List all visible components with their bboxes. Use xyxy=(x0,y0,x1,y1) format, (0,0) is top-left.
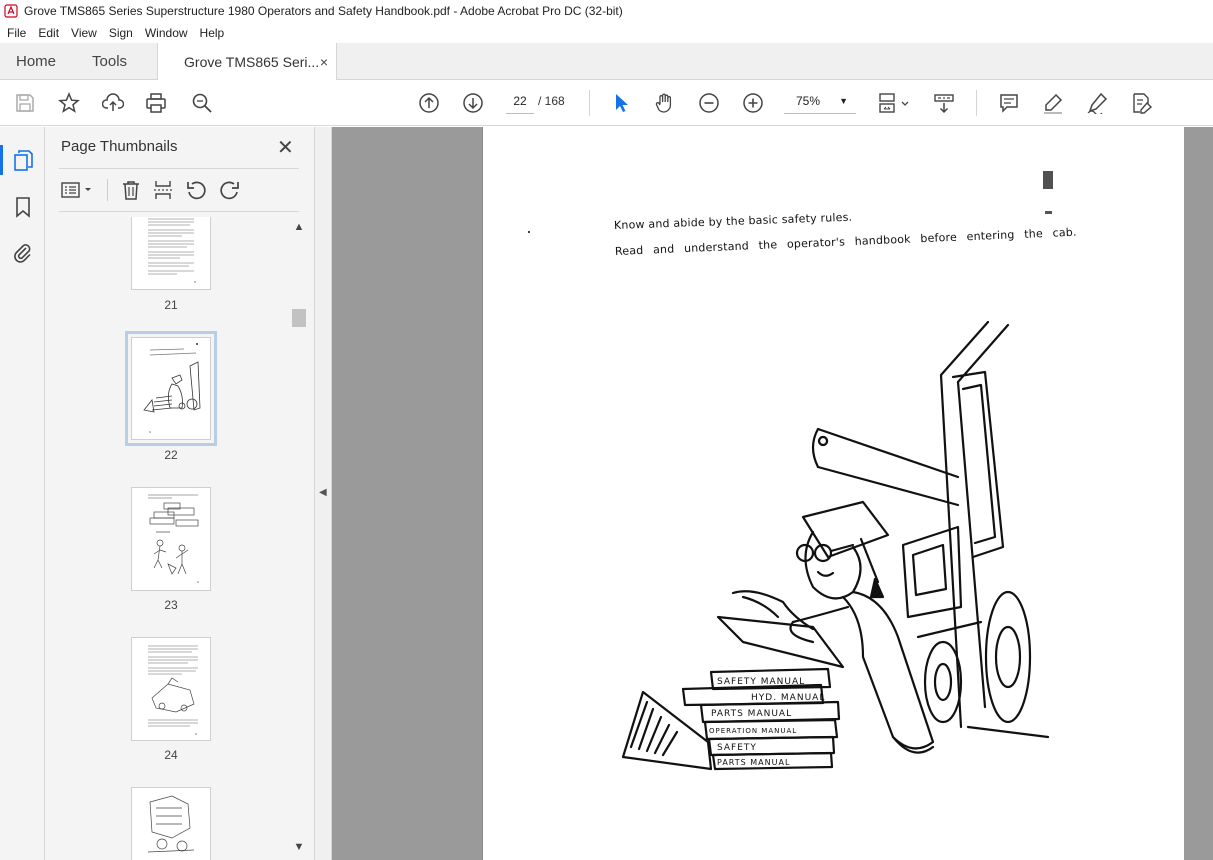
zoom-in-icon[interactable] xyxy=(741,91,765,115)
book-label-parts-manual: PARTS MANUAL xyxy=(711,709,792,719)
thumbnail-list: 21 22 23 24 xyxy=(45,217,291,860)
save-icon[interactable] xyxy=(13,91,37,115)
zoom-level-value: 75% xyxy=(796,94,821,108)
attachment-icon[interactable] xyxy=(11,241,35,265)
print-icon[interactable] xyxy=(144,91,168,115)
page-thumbnails-icon[interactable] xyxy=(11,148,35,172)
acrobat-app-icon xyxy=(4,4,18,18)
search-zoom-icon[interactable] xyxy=(190,91,214,115)
thumbnail-options-icon[interactable] xyxy=(61,180,97,200)
tab-close-icon[interactable]: × xyxy=(320,54,328,70)
title-bar: Grove TMS865 Series Superstructure 1980 … xyxy=(0,0,1213,22)
thumbnail-scrollbar[interactable]: ▲ ▼ xyxy=(291,217,307,860)
chevron-down-icon: ▼ xyxy=(839,96,848,106)
close-icon[interactable]: ✕ xyxy=(277,135,294,160)
scrollbar-thumb[interactable] xyxy=(292,309,306,327)
menu-sign[interactable]: Sign xyxy=(104,26,138,40)
book-label-safety-manual: SAFETY MANUAL xyxy=(717,677,805,687)
panel-divider xyxy=(59,168,299,169)
delete-trash-icon[interactable] xyxy=(120,179,142,201)
previous-page-icon[interactable] xyxy=(417,91,441,115)
page-total: / 168 xyxy=(538,94,565,108)
menu-help[interactable]: Help xyxy=(195,26,230,40)
tab-home[interactable]: Home xyxy=(0,43,72,79)
panel-collapse-bar[interactable]: ◀ xyxy=(315,127,332,860)
toolbar-divider xyxy=(589,90,590,116)
thumbnail-page-25[interactable] xyxy=(131,787,211,860)
tab-document[interactable]: Grove TMS865 Seri... × xyxy=(157,43,338,80)
insert-page-icon[interactable] xyxy=(152,179,174,201)
share-upload-icon[interactable] xyxy=(101,91,125,115)
pdf-page: Know and abide by the basic safety rules… xyxy=(482,127,1184,860)
panel-tools-divider xyxy=(107,179,108,201)
highlight-pen-icon[interactable] xyxy=(1041,91,1065,115)
thumbnail-page-24[interactable] xyxy=(131,637,211,741)
rail-active-indicator xyxy=(0,145,3,175)
tab-tools[interactable]: Tools xyxy=(72,43,143,79)
page-text-line-2: Read and understand the operator's handb… xyxy=(614,225,1077,258)
thumbnail-label: 24 xyxy=(164,748,178,762)
select-cursor-icon[interactable] xyxy=(609,91,633,115)
document-viewer[interactable]: Know and abide by the basic safety rules… xyxy=(332,127,1213,860)
window-title: Grove TMS865 Series Superstructure 1980 … xyxy=(24,4,623,18)
thumbnail-label: 21 xyxy=(164,298,178,312)
rotate-clockwise-icon[interactable] xyxy=(219,179,241,201)
fit-page-icon[interactable] xyxy=(876,91,912,115)
comment-icon[interactable] xyxy=(997,91,1021,115)
operator-reading-manuals-illustration: SAFETY MANUAL HYD. MANUAL PARTS MANUAL O… xyxy=(621,320,1050,771)
menu-bar: File Edit View Sign Window Help xyxy=(0,22,1213,43)
scan-speck xyxy=(1045,211,1052,214)
tab-bar: Home Tools Grove TMS865 Seri... × xyxy=(0,43,1213,80)
next-page-icon[interactable] xyxy=(461,91,485,115)
scroll-down-icon[interactable]: ▼ xyxy=(291,841,307,853)
book-label-hyd-manual: HYD. MANUAL xyxy=(751,693,825,703)
thumbnail-page-22-preview xyxy=(143,343,201,433)
tab-document-label: Grove TMS865 Seri... xyxy=(184,53,320,70)
panel-divider xyxy=(59,211,299,212)
thumbnail-page-24-preview xyxy=(148,645,198,735)
left-rail xyxy=(0,127,45,860)
menu-edit[interactable]: Edit xyxy=(33,26,64,40)
panel-title: Page Thumbnails xyxy=(61,138,178,155)
toolbar: 22 / 168 75% ▼ xyxy=(0,80,1213,126)
thumbnail-page-22[interactable] xyxy=(125,331,217,446)
thumbnail-page-21[interactable] xyxy=(131,217,211,290)
menu-file[interactable]: File xyxy=(2,26,31,40)
hand-tool-icon[interactable] xyxy=(653,91,677,115)
collapse-arrow-icon[interactable]: ◀ xyxy=(319,487,327,498)
draw-sign-icon[interactable] xyxy=(1085,91,1109,115)
thumbnail-label: 23 xyxy=(164,598,178,612)
page-thumbnails-panel: Page Thumbnails ✕ 21 22 23 24 ▲ ▼ xyxy=(45,127,315,860)
menu-view[interactable]: View xyxy=(66,26,102,40)
thumbnail-label: 22 xyxy=(164,448,178,462)
scroll-mode-icon[interactable] xyxy=(932,91,956,115)
scan-speck xyxy=(1043,171,1053,189)
book-label-parts-manual-2: PARTS MANUAL xyxy=(717,758,790,767)
edit-pdf-icon[interactable] xyxy=(1129,91,1153,115)
thumbnail-page-21-preview xyxy=(148,218,196,283)
book-label-operation-manual: OPERATION MANUAL xyxy=(709,727,797,735)
bookmark-icon[interactable] xyxy=(11,195,35,219)
menu-window[interactable]: Window xyxy=(140,26,193,40)
scroll-up-icon[interactable]: ▲ xyxy=(291,221,307,233)
page-number-input[interactable]: 22 xyxy=(506,89,534,114)
panel-toolbar xyxy=(59,177,299,203)
star-icon[interactable] xyxy=(57,91,81,115)
zoom-out-icon[interactable] xyxy=(697,91,721,115)
thumbnail-page-23[interactable] xyxy=(131,487,211,591)
thumbnail-page-23-preview xyxy=(148,494,199,583)
scan-speck xyxy=(528,231,530,233)
rotate-counterclockwise-icon[interactable] xyxy=(185,179,207,201)
thumbnail-page-25-preview xyxy=(147,795,195,853)
book-label-safety: SAFETY xyxy=(717,743,757,753)
toolbar-divider xyxy=(976,90,977,116)
page-text-line-1: Know and abide by the basic safety rules… xyxy=(613,210,853,232)
zoom-level-select[interactable]: 75% ▼ xyxy=(784,89,856,114)
